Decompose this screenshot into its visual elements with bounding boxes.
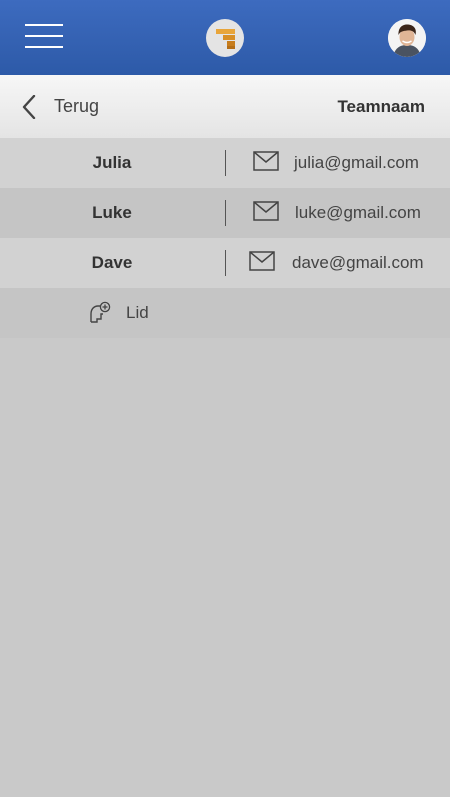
chevron-left-icon bbox=[22, 94, 36, 119]
member-name: Julia bbox=[92, 153, 132, 172]
add-member-label: Lid bbox=[126, 303, 149, 322]
back-button[interactable]: Terug bbox=[22, 75, 122, 138]
back-label: Terug bbox=[54, 96, 100, 116]
add-member-button[interactable]: Lid bbox=[0, 288, 450, 338]
top-bar bbox=[0, 0, 450, 75]
member-name: Dave bbox=[91, 253, 133, 272]
divider bbox=[225, 150, 226, 176]
hamburger-menu-icon[interactable] bbox=[25, 24, 63, 48]
divider bbox=[225, 250, 226, 276]
team-name-title: Teamnaam bbox=[337, 97, 425, 116]
member-email[interactable]: julia@gmail.com bbox=[294, 138, 419, 188]
member-row: Julia julia@gmail.com bbox=[0, 138, 450, 188]
mail-icon[interactable] bbox=[253, 201, 279, 221]
menu-line bbox=[25, 24, 63, 26]
mail-icon[interactable] bbox=[253, 151, 279, 171]
app-logo-icon[interactable] bbox=[206, 19, 244, 57]
member-email[interactable]: dave@gmail.com bbox=[292, 238, 424, 288]
avatar-image bbox=[388, 19, 426, 57]
member-row: Dave dave@gmail.com bbox=[0, 238, 450, 288]
member-row: Luke luke@gmail.com bbox=[0, 188, 450, 238]
mail-icon[interactable] bbox=[249, 251, 275, 271]
divider bbox=[225, 200, 226, 226]
sub-header: Terug Teamnaam bbox=[0, 75, 450, 138]
user-avatar[interactable] bbox=[388, 19, 426, 57]
menu-line bbox=[25, 46, 63, 48]
add-member-icon bbox=[90, 301, 111, 323]
menu-line bbox=[25, 35, 63, 37]
member-name: Luke bbox=[92, 203, 132, 222]
logo-mark bbox=[216, 29, 235, 49]
member-email[interactable]: luke@gmail.com bbox=[295, 188, 421, 238]
